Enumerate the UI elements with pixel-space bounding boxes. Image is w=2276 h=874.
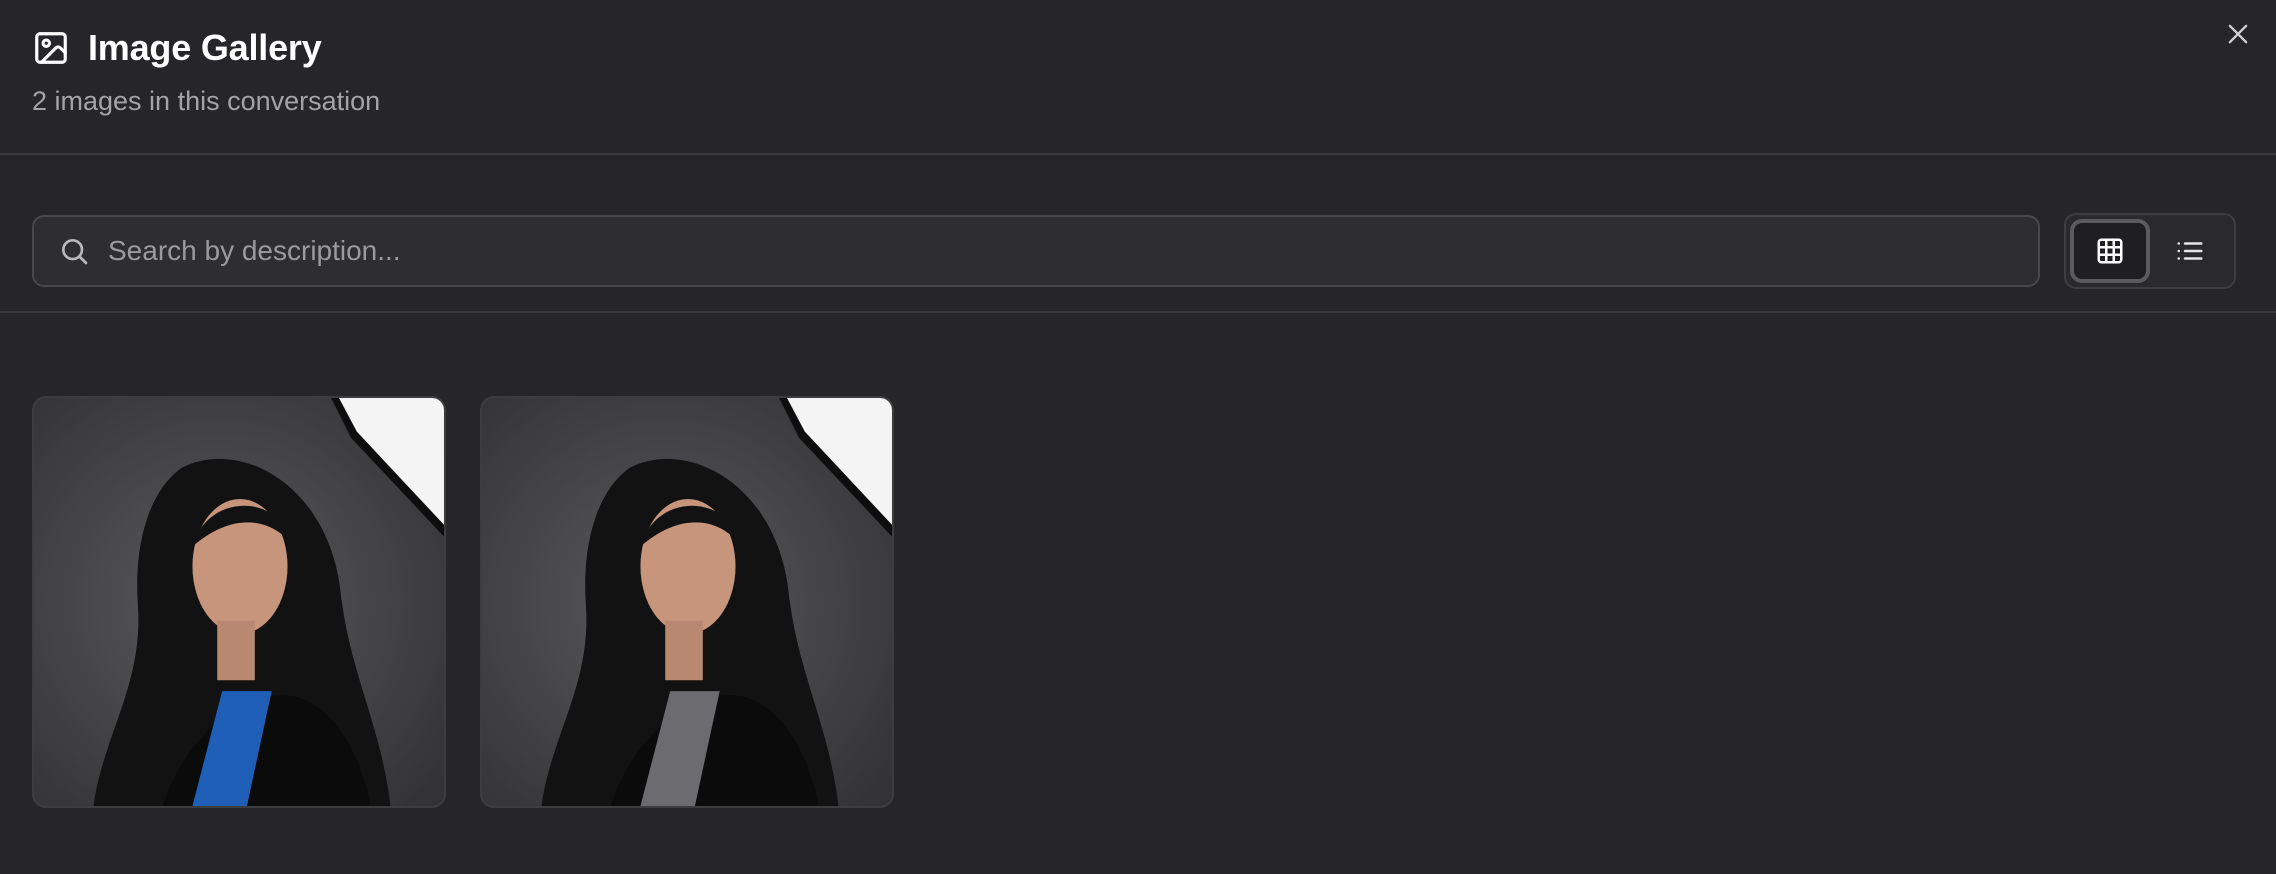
close-icon [2228, 24, 2248, 44]
grid-view-button[interactable] [2070, 219, 2150, 283]
page-title: Image Gallery [88, 27, 322, 68]
portrait-thumbnail [482, 398, 892, 806]
list-view-button[interactable] [2150, 219, 2230, 283]
title-row: Image Gallery [32, 26, 322, 70]
portrait-thumbnail [34, 398, 444, 806]
image-grid [32, 396, 894, 808]
image-count-subtitle: 2 images in this conversation [32, 86, 381, 116]
gallery-image[interactable] [32, 396, 446, 808]
grid-icon [2097, 238, 2123, 264]
search-box[interactable] [32, 215, 2040, 287]
gallery-header: Image Gallery 2 images in this conversat… [0, 0, 2276, 155]
image-icon [35, 32, 67, 64]
gallery-toolbar [0, 157, 2276, 313]
close-button[interactable] [2220, 16, 2256, 52]
view-mode-toggle [2064, 213, 2236, 289]
list-icon [2177, 242, 2203, 260]
search-input[interactable] [90, 217, 2038, 285]
search-icon [62, 239, 88, 265]
gallery-image[interactable] [480, 396, 894, 808]
